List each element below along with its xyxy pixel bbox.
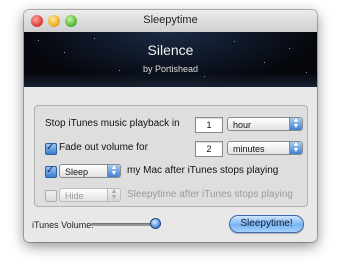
sleep-action-popup[interactable]: Sleep ▲ ▼ [59, 164, 121, 178]
hide-app-checkbox[interactable] [45, 190, 57, 202]
stop-unit-value: hour [233, 120, 252, 130]
volume-label: iTunes Volume: [32, 220, 94, 230]
options-panel: Stop iTunes music playback in 1 hour ▲ ▼ … [34, 105, 308, 207]
sleep-mac-row: ✓ Sleep ▲ ▼ my Mac after iTunes stops pla… [35, 164, 307, 180]
fade-out-checkbox[interactable]: ✓ [45, 142, 57, 155]
sleep-action-value: Sleep [65, 167, 89, 177]
sleepytime-button[interactable]: Sleepytime! [229, 215, 304, 233]
stop-unit-popup[interactable]: hour ▲ ▼ [227, 117, 303, 131]
hide-action-popup[interactable]: Hide ▲ ▼ [59, 188, 121, 202]
track-title: Silence [147, 42, 194, 58]
app-window: Sleepytime Silence by Portishead Stop iT… [24, 10, 317, 242]
checkmark-icon: ✓ [46, 142, 55, 153]
fade-duration-field[interactable]: 2 [195, 141, 223, 157]
checkmark-icon: ✓ [46, 165, 55, 176]
title-bar: Sleepytime [24, 10, 317, 33]
track-artist: by Portishead [142, 64, 199, 74]
fade-unit-popup[interactable]: minutes ▲ ▼ [227, 141, 303, 155]
stop-playback-row: Stop iTunes music playback in 1 hour ▲ ▼ [35, 117, 307, 133]
hide-app-label: Sleepytime after iTunes stops playing [127, 189, 293, 200]
fade-out-row: ✓ Fade out volume for 2 minutes ▲ ▼ [35, 141, 307, 157]
sleep-mac-label: my Mac after iTunes stops playing [127, 165, 279, 176]
fade-unit-value: minutes [233, 144, 265, 154]
hide-app-row: Hide ▲ ▼ Sleepytime after iTunes stops pl… [35, 188, 307, 204]
stop-duration-field[interactable]: 1 [195, 117, 223, 133]
popup-arrows-icon: ▲ ▼ [289, 117, 302, 130]
now-playing-banner: Silence by Portishead [24, 32, 317, 87]
stop-playback-label: Stop iTunes music playback in [45, 118, 180, 129]
popup-arrows-icon: ▲ ▼ [107, 188, 120, 201]
window-title: Sleepytime [143, 14, 198, 26]
popup-arrows-icon: ▲ ▼ [289, 141, 302, 154]
popup-arrows-icon: ▲ ▼ [107, 164, 120, 177]
volume-slider-knob[interactable] [149, 218, 161, 229]
hide-action-value: Hide [65, 191, 84, 201]
fade-out-label: Fade out volume for [59, 142, 148, 153]
sleep-mac-checkbox[interactable]: ✓ [45, 165, 57, 178]
